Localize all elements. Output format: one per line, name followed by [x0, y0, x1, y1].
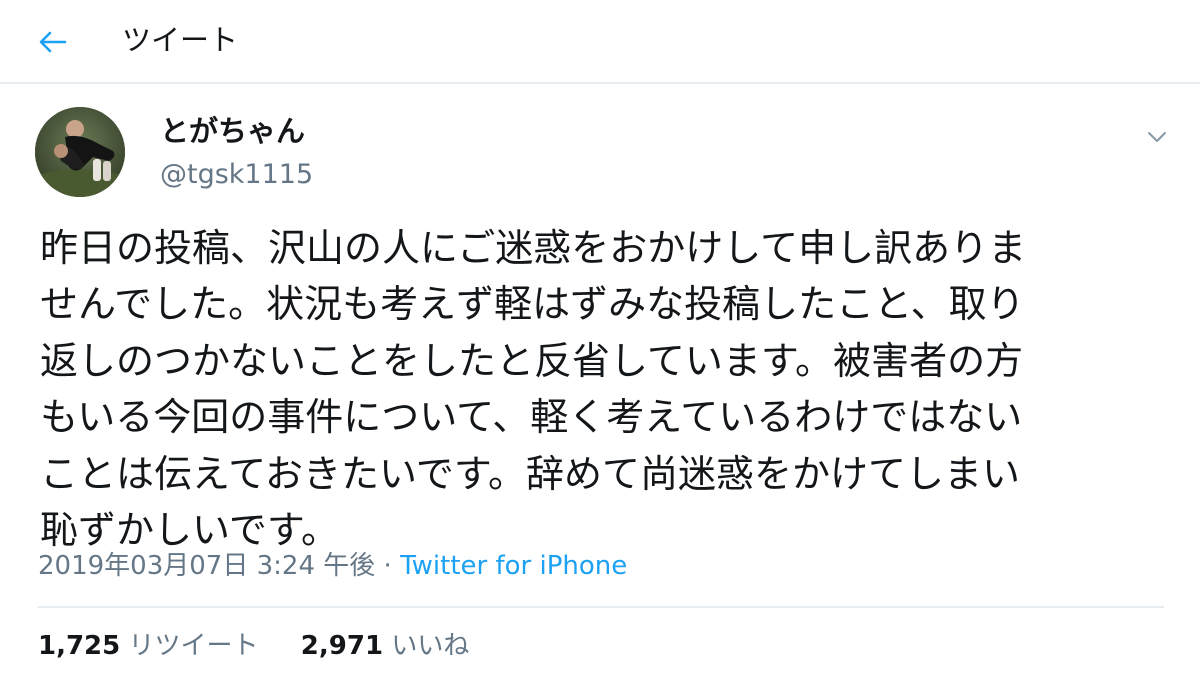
meta-separator: ·: [383, 551, 392, 581]
likes-label: いいね: [391, 631, 470, 661]
chevron-down-icon: [1148, 132, 1166, 142]
back-button[interactable]: [30, 22, 76, 62]
user-handle[interactable]: @tgsk1115: [160, 157, 313, 193]
tweet-timestamp[interactable]: 2019年03月07日 3:24 午後: [38, 551, 375, 581]
likes-count: 2,971: [300, 631, 384, 661]
tweet-meta: 2019年03月07日 3:24 午後 · Twitter for iPhone: [38, 548, 627, 584]
retweets-count: 1,725: [38, 631, 121, 661]
tweet-menu-button[interactable]: [1140, 122, 1174, 152]
likes-stat[interactable]: 2,971 いいね: [301, 628, 470, 664]
arrow-left-icon: [39, 31, 67, 53]
avatar-photo: [35, 107, 125, 197]
tweet-source-link[interactable]: Twitter for iPhone: [400, 551, 627, 581]
retweets-stat[interactable]: 1,725 リツイート: [38, 628, 259, 664]
top-bar: ツイート: [0, 0, 1200, 84]
page-title: ツイート: [122, 23, 239, 57]
tweet-stats: 1,725 リツイート 2,971 いいね: [38, 628, 469, 664]
display-name[interactable]: とがちゃん: [160, 113, 305, 149]
retweets-label: リツイート: [128, 631, 259, 661]
divider: [38, 606, 1164, 608]
avatar[interactable]: [35, 107, 125, 197]
tweet-text: 昨日の投稿、沢山の人にご迷惑をおかけして申し訳ありま せんでした。状況も考えず軽…: [40, 226, 1027, 553]
